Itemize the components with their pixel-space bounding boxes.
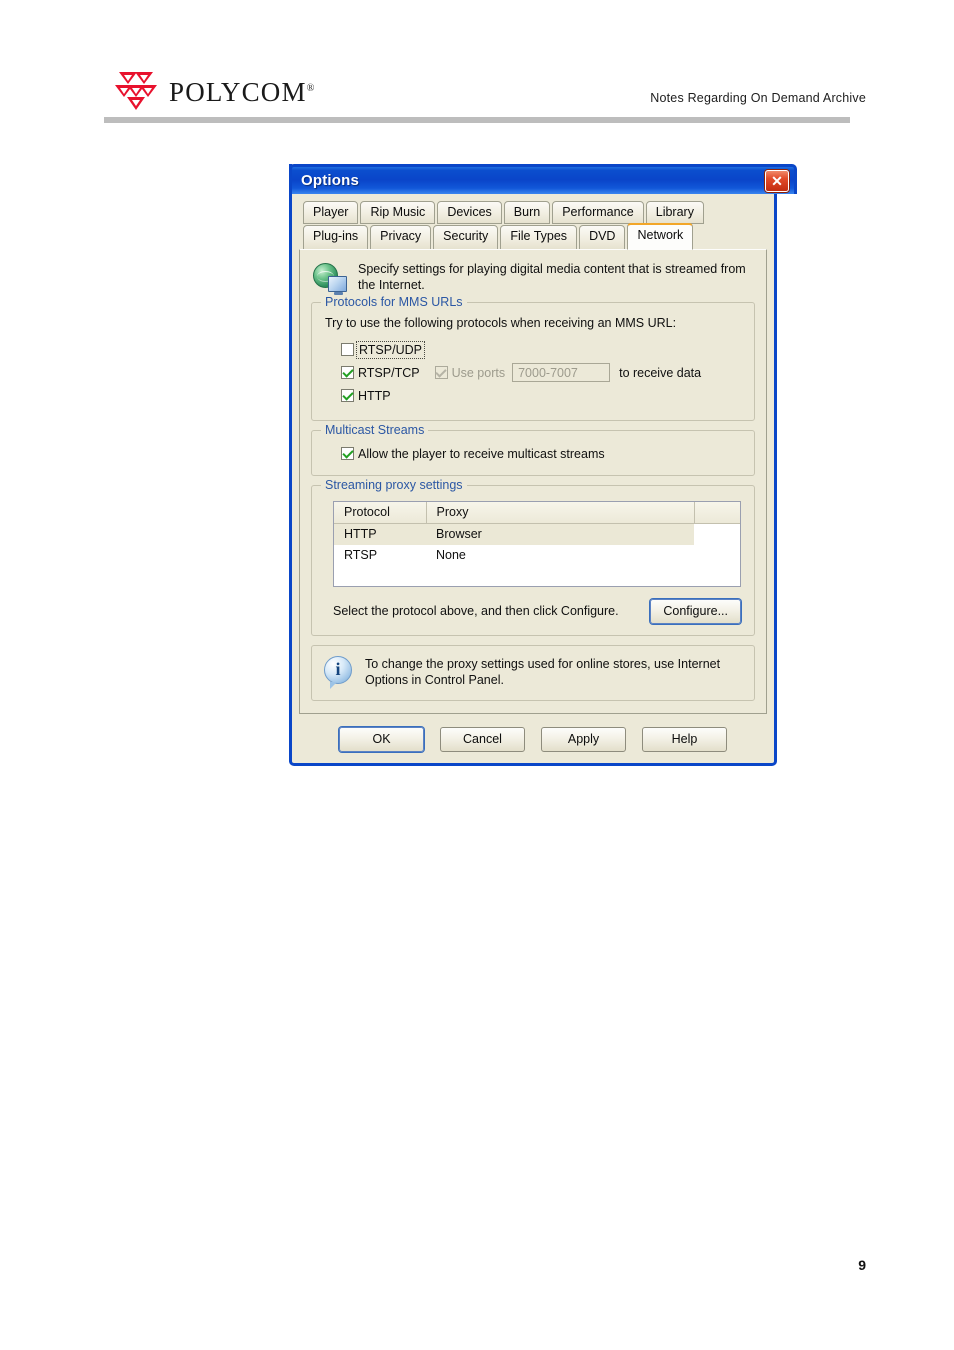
- multicast-group: Multicast Streams Allow the player to re…: [311, 422, 755, 476]
- polycom-logo: POLYCOM®: [113, 68, 316, 114]
- tab-rip-music[interactable]: Rip Music: [360, 201, 436, 225]
- proxy-info-note-text: To change the proxy settings used for on…: [365, 656, 721, 687]
- dialog-footer: OK Cancel Apply Help: [299, 714, 767, 763]
- network-tab-panel: Specify settings for playing digital med…: [299, 248, 767, 715]
- rtsp-udp-label: RTSP/UDP: [356, 340, 425, 359]
- tab-dvd[interactable]: DVD: [579, 225, 626, 250]
- proxy-table-container[interactable]: Protocol Proxy HTTP Browser RTSP None: [333, 500, 741, 587]
- tab-performance[interactable]: Performance: [552, 201, 644, 225]
- http-label: HTTP: [358, 388, 391, 403]
- tab-library[interactable]: Library: [645, 201, 704, 225]
- tab-plug-ins[interactable]: Plug-ins: [303, 225, 369, 250]
- tab-file-types[interactable]: File Types: [500, 225, 578, 250]
- multicast-label: Allow the player to receive multicast st…: [358, 446, 605, 461]
- header-divider: [104, 117, 850, 123]
- configure-hint: Select the protocol above, and then clic…: [333, 604, 619, 619]
- receive-data-suffix-label: to receive data: [619, 365, 702, 380]
- rtsp-udp-checkbox[interactable]: [341, 343, 354, 357]
- cell-blank-rtsp: [694, 545, 740, 566]
- tab-burn[interactable]: Burn: [503, 201, 551, 225]
- column-header-protocol[interactable]: Protocol: [334, 501, 427, 524]
- checkbox-row-http[interactable]: HTTP: [341, 386, 742, 406]
- checkbox-row-rtsp-udp[interactable]: RTSP/UDP: [341, 340, 742, 360]
- apply-button[interactable]: Apply: [541, 727, 626, 753]
- protocols-group-title: Protocols for MMS URLs: [321, 294, 467, 309]
- protocols-group-lead: Try to use the following protocols when …: [325, 315, 677, 330]
- cell-blank-http: [694, 523, 740, 545]
- streaming-proxy-group-title: Streaming proxy settings: [321, 477, 467, 492]
- polycom-logo-text: POLYCOM®: [169, 76, 316, 107]
- tab-network[interactable]: Network: [627, 223, 694, 250]
- configure-row: Select the protocol above, and then clic…: [333, 598, 741, 624]
- checkbox-row-multicast[interactable]: Allow the player to receive multicast st…: [341, 444, 742, 464]
- tab-strip: Player Rip Music Devices Burn Performanc…: [299, 201, 767, 250]
- proxy-info-note: i To change the proxy settings used for …: [311, 644, 755, 702]
- cell-protocol-rtsp: RTSP: [344, 547, 378, 562]
- cancel-button[interactable]: Cancel: [440, 727, 525, 753]
- cell-proxy-rtsp: None: [436, 547, 466, 562]
- proxy-table-header-row: Protocol Proxy: [334, 501, 740, 524]
- page-number: 9: [858, 1257, 866, 1273]
- ok-button[interactable]: OK: [339, 727, 424, 753]
- rtsp-tcp-label: RTSP/TCP: [358, 365, 420, 380]
- column-header-proxy[interactable]: Proxy: [426, 501, 695, 524]
- checkbox-row-rtsp-tcp[interactable]: RTSP/TCP Use ports 7000-7007 to receive …: [341, 363, 742, 383]
- multicast-group-title: Multicast Streams: [321, 422, 429, 437]
- table-row[interactable]: RTSP None: [334, 545, 740, 566]
- http-checkbox[interactable]: [341, 389, 354, 403]
- column-header-blank[interactable]: [694, 501, 740, 524]
- tab-row-1: Player Rip Music Devices Burn Performanc…: [299, 201, 767, 225]
- panel-intro-text: Specify settings for playing digital med…: [358, 261, 746, 292]
- page-header: POLYCOM® Notes Regarding On Demand Archi…: [0, 0, 954, 125]
- polycom-logo-icon: [113, 68, 159, 114]
- close-icon[interactable]: ✕: [765, 169, 789, 192]
- dialog-body: Player Rip Music Devices Burn Performanc…: [292, 194, 774, 763]
- document-header-title: Notes Regarding On Demand Archive: [650, 91, 866, 105]
- table-row[interactable]: HTTP Browser: [334, 523, 740, 545]
- dialog-title: Options: [301, 172, 360, 189]
- info-icon: i: [324, 655, 354, 689]
- tab-security[interactable]: Security: [433, 225, 499, 250]
- help-button[interactable]: Help: [642, 727, 727, 753]
- tab-devices[interactable]: Devices: [437, 201, 502, 225]
- use-ports-checkbox: [434, 366, 448, 380]
- trademark-symbol: ®: [306, 82, 316, 94]
- options-dialog: Options ✕ Player Rip Music Devices Burn …: [289, 164, 797, 767]
- cell-proxy-http: Browser: [426, 523, 694, 545]
- port-range-input: 7000-7007: [512, 363, 611, 383]
- globe-network-icon: [313, 262, 347, 295]
- protocols-group: Protocols for MMS URLs Try to use the fo…: [311, 294, 755, 421]
- multicast-checkbox[interactable]: [341, 447, 354, 461]
- rtsp-tcp-checkbox[interactable]: [341, 366, 354, 380]
- streaming-proxy-group: Streaming proxy settings Protocol Proxy: [311, 477, 755, 636]
- cell-protocol-http: HTTP: [334, 523, 426, 545]
- proxy-table: Protocol Proxy HTTP Browser RTSP None: [334, 501, 740, 566]
- tab-privacy[interactable]: Privacy: [370, 225, 432, 250]
- tab-player[interactable]: Player: [303, 201, 359, 225]
- dialog-titlebar[interactable]: Options ✕: [289, 164, 797, 194]
- configure-button[interactable]: Configure...: [650, 598, 741, 624]
- tab-row-2: Plug-ins Privacy Security File Types DVD…: [299, 223, 767, 250]
- use-ports-label: Use ports: [451, 365, 506, 380]
